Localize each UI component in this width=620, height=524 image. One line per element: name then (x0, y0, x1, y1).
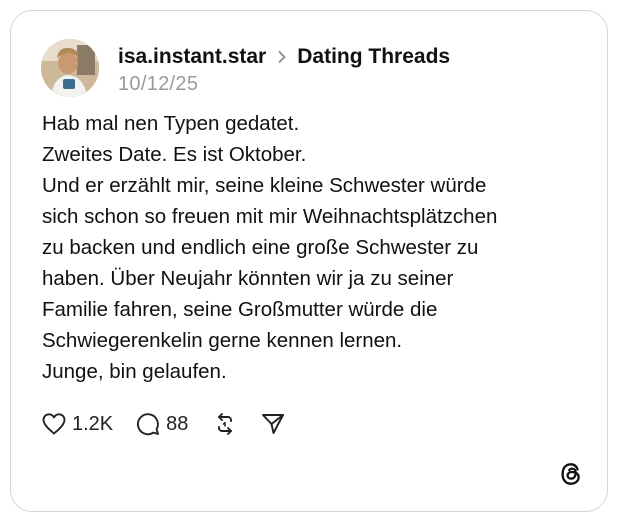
channel-link[interactable]: Dating Threads (297, 45, 450, 69)
post-header: isa.instant.star Dating Threads (118, 42, 450, 72)
post-body-line: haben. Über Neujahr könnten wir ja zu se… (42, 267, 454, 290)
avatar[interactable] (41, 39, 99, 97)
username-link[interactable]: isa.instant.star (118, 45, 266, 69)
heart-icon (41, 412, 67, 436)
post-body: Hab mal nen Typen gedatet. Zweites Date.… (42, 108, 587, 387)
reply-count: 88 (166, 412, 189, 435)
like-count: 1.2K (72, 412, 114, 435)
repost-icon (212, 411, 238, 437)
post-body-line: Und er erzählt mir, seine kleine Schwest… (42, 174, 487, 197)
repost-button[interactable] (212, 411, 238, 437)
post-body-line: sich schon so freuen mit mir Weihnachtsp… (42, 205, 498, 228)
reply-button[interactable]: 88 (135, 411, 188, 437)
like-button[interactable]: 1.2K (41, 412, 113, 436)
post-body-line: Hab mal nen Typen gedatet. (42, 112, 300, 135)
share-button[interactable] (260, 411, 286, 437)
action-bar: 1.2K 88 (41, 409, 286, 439)
post-date: 10/12/25 (118, 73, 199, 95)
post-body-line: Zweites Date. Es ist Oktober. (42, 143, 307, 166)
post-card[interactable]: isa.instant.star Dating Threads 10/12/25… (10, 10, 608, 512)
post-body-line: zu backen und endlich eine große Schwest… (42, 236, 479, 259)
chevron-right-icon (277, 50, 287, 64)
comment-icon (135, 411, 161, 437)
threads-logo-icon (557, 460, 585, 488)
post-body-line: Junge, bin gelaufen. (42, 360, 227, 383)
post-body-line: Schwiegerenkelin gerne kennen lernen. (42, 329, 403, 352)
post-body-line: Familie fahren, seine Großmutter würde d… (42, 298, 438, 321)
send-icon (260, 411, 286, 437)
